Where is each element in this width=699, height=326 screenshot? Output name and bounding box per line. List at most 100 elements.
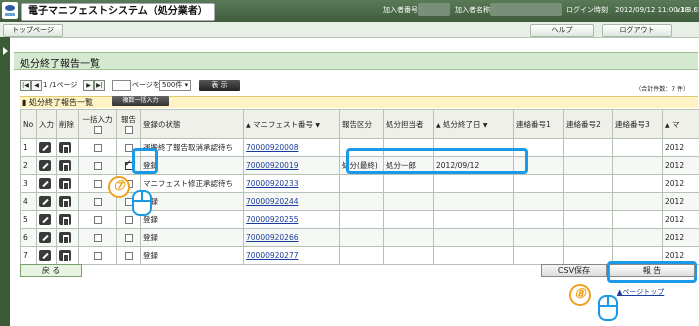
trash-icon[interactable] bbox=[59, 142, 71, 154]
page-go-label: ページを bbox=[132, 81, 160, 89]
sort-asc-icon[interactable]: ▲ bbox=[246, 122, 251, 129]
csv-save-button[interactable]: CSV保存 bbox=[541, 264, 607, 277]
manifest-cell: 70000920255 bbox=[243, 210, 340, 229]
manifest-link[interactable]: 70000920008 bbox=[246, 143, 299, 152]
contact1-cell bbox=[513, 246, 564, 265]
trash-icon[interactable] bbox=[59, 232, 71, 244]
prev-page-icon[interactable]: ◀ bbox=[31, 80, 42, 91]
subscriber-name-label: 加入者名称 bbox=[455, 6, 490, 14]
bulk-input-button[interactable]: 複数一括入力 bbox=[112, 96, 169, 106]
bulk-input-all-checkbox[interactable] bbox=[93, 126, 102, 134]
delete-cell bbox=[56, 156, 79, 175]
last-page-icon[interactable]: ▶| bbox=[94, 80, 105, 91]
manifest-no-label: マニフェスト番号 bbox=[253, 119, 314, 129]
step8-badge: ⑧ bbox=[569, 284, 591, 306]
input-cell bbox=[36, 156, 57, 175]
extra-cell: 2012 bbox=[662, 246, 699, 265]
manifest-link[interactable]: 70000920266 bbox=[246, 233, 299, 242]
section-title: ▮ 処分終了報告一覧 bbox=[22, 98, 93, 107]
category-cell bbox=[339, 228, 384, 247]
report-checkbox[interactable] bbox=[124, 144, 133, 152]
status-cell: 登録 bbox=[140, 192, 244, 211]
contact3-cell bbox=[612, 192, 663, 211]
top-page-tab[interactable]: トップページ bbox=[3, 24, 63, 37]
person-cell bbox=[383, 138, 434, 157]
table-row: 1 運搬終了報告取消承認待ち 70000920008 2012 bbox=[20, 138, 699, 157]
page-top-text[interactable]: ページトップ bbox=[622, 288, 664, 296]
trash-icon[interactable] bbox=[59, 196, 71, 208]
input-cell bbox=[36, 246, 57, 265]
report-checkbox[interactable] bbox=[124, 234, 133, 242]
trash-icon[interactable] bbox=[59, 178, 71, 190]
manifest-link[interactable]: 70000920233 bbox=[246, 179, 299, 188]
date-cell: 2012/09/12 bbox=[433, 156, 514, 175]
person-cell bbox=[383, 228, 434, 247]
status-cell: マニフェスト修正承認待ち bbox=[140, 174, 244, 193]
subscriber-name-value bbox=[490, 3, 562, 16]
trash-icon[interactable] bbox=[59, 214, 71, 226]
first-page-icon[interactable]: |◀ bbox=[20, 80, 31, 91]
bulk-input-checkbox[interactable] bbox=[93, 216, 102, 224]
edit-pencil-icon[interactable] bbox=[39, 214, 51, 225]
bulk-input-checkbox[interactable] bbox=[93, 252, 102, 260]
bulk-input-checkbox[interactable] bbox=[93, 180, 102, 188]
report-cell bbox=[116, 156, 141, 175]
report-button[interactable]: 報 告 bbox=[609, 264, 695, 277]
row-no: 2 bbox=[20, 156, 37, 175]
edit-pencil-icon[interactable] bbox=[39, 196, 51, 207]
bulk-input-checkbox[interactable] bbox=[93, 234, 102, 242]
col-disposal-end-date[interactable]: ▲ 処分終了日 ▼ bbox=[433, 109, 514, 139]
delete-cell bbox=[56, 210, 79, 229]
sort-asc-icon[interactable]: ▲ bbox=[665, 122, 670, 129]
manifest-link[interactable]: 70000920244 bbox=[246, 197, 299, 206]
category-cell bbox=[339, 246, 384, 265]
sort-desc-icon[interactable]: ▼ bbox=[483, 122, 488, 129]
date-cell bbox=[433, 246, 514, 265]
report-checkbox[interactable] bbox=[124, 252, 133, 260]
bulk-input-checkbox[interactable] bbox=[93, 162, 102, 170]
edit-pencil-icon[interactable] bbox=[39, 232, 51, 243]
row-no: 5 bbox=[20, 210, 37, 229]
page-title: 処分終了報告一覧 bbox=[20, 59, 100, 70]
next-page-icon[interactable]: ▶ bbox=[83, 80, 94, 91]
per-page-select[interactable]: 500件 ▾ bbox=[159, 80, 192, 91]
trash-icon[interactable] bbox=[59, 160, 71, 172]
manifest-link[interactable]: 70000920277 bbox=[246, 251, 299, 260]
expand-arrow-icon[interactable] bbox=[3, 47, 8, 55]
logout-tab[interactable]: ログアウト bbox=[602, 24, 672, 37]
col-extra[interactable]: ▲ マ bbox=[662, 109, 699, 139]
edit-pencil-icon[interactable] bbox=[39, 250, 51, 261]
manifest-cell: 70000920277 bbox=[243, 246, 340, 265]
edit-pencil-icon[interactable] bbox=[39, 178, 51, 189]
table-row: 7 登録 70000920277 2012 bbox=[20, 246, 699, 265]
person-cell bbox=[383, 210, 434, 229]
help-tab[interactable]: ヘルプ bbox=[530, 24, 594, 37]
page-number-input[interactable] bbox=[112, 80, 131, 91]
report-checkbox[interactable] bbox=[124, 159, 133, 170]
status-cell: 登録 bbox=[140, 210, 244, 229]
contact3-cell bbox=[612, 210, 663, 229]
display-button[interactable]: 表 示 bbox=[199, 80, 240, 91]
edit-pencil-icon[interactable] bbox=[39, 142, 51, 153]
extra-label: マ bbox=[672, 119, 680, 129]
bulk-input-checkbox[interactable] bbox=[93, 144, 102, 152]
menu-bar: トップページ ヘルプ ログアウト bbox=[0, 22, 699, 38]
trash-icon[interactable] bbox=[59, 250, 71, 262]
report-label: 報告 bbox=[121, 115, 136, 124]
manifest-link[interactable]: 70000920255 bbox=[246, 215, 299, 224]
col-manifest-no[interactable]: ▲ マニフェスト番号 ▼ bbox=[243, 109, 340, 139]
back-button[interactable]: 戻 る bbox=[20, 264, 82, 277]
report-checkbox[interactable] bbox=[124, 216, 133, 224]
sort-asc-icon[interactable]: ▲ bbox=[436, 122, 441, 129]
edit-pencil-icon[interactable] bbox=[39, 160, 51, 171]
page-top-link[interactable]: ▲ページトップ bbox=[617, 287, 664, 297]
sort-desc-icon[interactable]: ▼ bbox=[315, 122, 320, 129]
report-all-checkbox[interactable] bbox=[124, 126, 133, 134]
bulk-input-cell bbox=[78, 210, 117, 229]
manifest-link[interactable]: 70000920019 bbox=[246, 161, 299, 170]
row-no: 4 bbox=[20, 192, 37, 211]
sidebar-toggle-strip[interactable] bbox=[0, 37, 10, 326]
status-cell: 登録 bbox=[140, 228, 244, 247]
bulk-input-checkbox[interactable] bbox=[93, 198, 102, 206]
table-row: 2 登録70000920019 処分(最終)処分一郎2012/09/12 2012 bbox=[20, 156, 699, 175]
